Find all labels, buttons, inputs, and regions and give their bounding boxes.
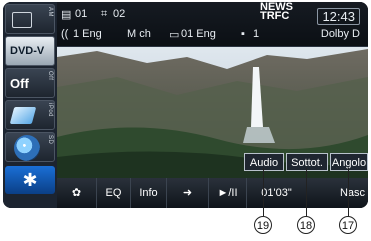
- source-radio-label: AM: [47, 7, 53, 17]
- next-button[interactable]: ➜: [167, 178, 209, 208]
- subtitle-track: 01 Eng: [181, 28, 216, 40]
- bottom-toolbar: ✿ EQ Info ➜ ►/II 01'03" Nasc: [57, 178, 368, 208]
- source-sd[interactable]: SD: [5, 132, 55, 162]
- chapter-icon: ⌗: [101, 8, 108, 20]
- eq-button[interactable]: EQ: [97, 178, 131, 208]
- subtitle-button[interactable]: Sottot.: [286, 153, 328, 171]
- subtitle-icon: ▭: [169, 29, 180, 41]
- chapter-number: 02: [113, 8, 126, 20]
- source-dvd-label: DVD-V: [10, 45, 45, 57]
- gear-icon: ✿: [71, 187, 82, 199]
- callout-leader-17: [348, 168, 349, 216]
- info-button[interactable]: Info: [131, 178, 167, 208]
- source-sidebar: AM DVD-V Off Off iPod SD ✱: [3, 2, 57, 208]
- title-icon: ▤: [61, 9, 72, 21]
- audio-button[interactable]: Audio: [244, 153, 284, 171]
- play-pause-button[interactable]: ►/II: [209, 178, 247, 208]
- bluetooth-source[interactable]: ✱: [5, 166, 55, 194]
- audio-track-icon: ((: [61, 28, 69, 40]
- radio-icon: [12, 12, 32, 28]
- news-trfc-indicator: NEWS TRFC: [260, 2, 293, 22]
- dvd-screen: AM DVD-V Off Off iPod SD ✱ ▤ 01 ⌗ 02 NEW…: [3, 2, 368, 208]
- callout-17: 17: [339, 216, 357, 234]
- angle-button[interactable]: Angolo: [330, 153, 368, 171]
- source-off-label: Off: [10, 76, 29, 91]
- angle-number: 1: [253, 28, 260, 40]
- callout-18: 18: [297, 216, 315, 234]
- arrow-right-icon: ➜: [182, 187, 193, 199]
- source-ipod[interactable]: iPod: [5, 100, 55, 130]
- clock: 12:43: [317, 8, 360, 25]
- callout-leader-19: [263, 168, 264, 216]
- audio-format: Dolby D: [320, 28, 360, 40]
- source-off[interactable]: Off Off: [5, 68, 55, 98]
- trfc-label: TRFC: [260, 10, 290, 22]
- angle-icon: ▪: [241, 28, 245, 40]
- callout-leader-18: [306, 168, 307, 216]
- source-ipod-label: iPod: [47, 103, 53, 118]
- bluetooth-icon: ✱: [22, 170, 38, 190]
- ipod-icon: [9, 107, 37, 124]
- audio-track: 1 Eng: [73, 28, 102, 40]
- source-off-side: Off: [47, 71, 53, 81]
- elapsed-time: 01'03": [247, 178, 307, 208]
- callout-19: 19: [254, 216, 272, 234]
- source-dvd[interactable]: DVD-V: [5, 36, 55, 66]
- title-number: 01: [75, 8, 88, 20]
- status-bar: ▤ 01 ⌗ 02 NEWS TRFC 12:43 (( 1 Eng M ch …: [57, 2, 368, 47]
- disc-icon: [14, 135, 40, 161]
- hide-button[interactable]: Nasc: [337, 178, 368, 208]
- settings-button[interactable]: ✿: [57, 178, 97, 208]
- audio-channel: M ch: [127, 28, 151, 40]
- source-sd-label: SD: [47, 135, 53, 145]
- source-radio[interactable]: AM: [5, 4, 55, 34]
